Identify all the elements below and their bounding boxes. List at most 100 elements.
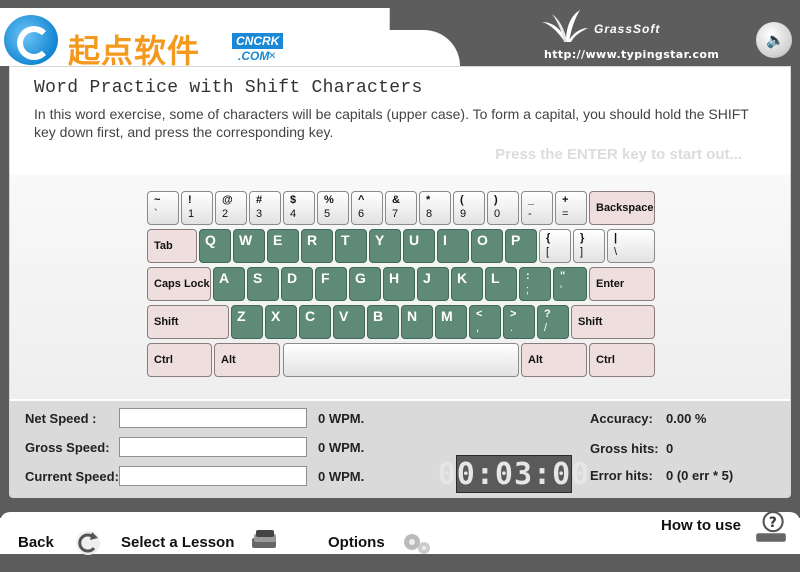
key-i[interactable]: I <box>437 229 469 263</box>
key-b[interactable]: B <box>367 305 399 339</box>
key-label: S <box>253 270 263 286</box>
key-t[interactable]: T <box>335 229 367 263</box>
current-speed-bar <box>119 466 307 486</box>
key-bottom: ; <box>526 284 530 296</box>
key-a[interactable]: A <box>213 267 245 301</box>
key-right-bracket[interactable]: } ] <box>573 229 605 263</box>
key-2[interactable]: @ 2 <box>215 191 247 225</box>
key-o[interactable]: O <box>471 229 503 263</box>
key-period[interactable]: > . <box>503 305 535 339</box>
key-label: Ctrl <box>596 354 615 366</box>
key-label: B <box>373 308 384 324</box>
key-6[interactable]: ^ 6 <box>351 191 383 225</box>
key-e[interactable]: E <box>267 229 299 263</box>
key-bottom: 3 <box>256 208 263 220</box>
key-d[interactable]: D <box>281 267 313 301</box>
key-left-ctrl[interactable]: Ctrl <box>147 343 212 377</box>
sound-button[interactable]: 🔈 <box>756 22 792 58</box>
key-l[interactable]: L <box>485 267 517 301</box>
key-top: ( <box>460 194 464 206</box>
key-5[interactable]: % 5 <box>317 191 349 225</box>
key-k[interactable]: K <box>451 267 483 301</box>
key-bottom: . <box>510 322 514 334</box>
key-w[interactable]: W <box>233 229 265 263</box>
key-0[interactable]: ) 0 <box>487 191 519 225</box>
key-backspace[interactable]: Backspace <box>589 191 655 225</box>
key-label: Backspace <box>596 202 654 214</box>
key-7[interactable]: & 7 <box>385 191 417 225</box>
key-left-bracket[interactable]: { [ <box>539 229 571 263</box>
key-top: % <box>324 194 334 206</box>
key-bottom: [ <box>546 246 550 258</box>
accuracy-label: Accuracy: <box>590 411 653 426</box>
key-semicolon[interactable]: : ; <box>519 267 551 301</box>
key-comma[interactable]: < , <box>469 305 501 339</box>
key-8[interactable]: * 8 <box>419 191 451 225</box>
key-c[interactable]: C <box>299 305 331 339</box>
key-s[interactable]: S <box>247 267 279 301</box>
speaker-icon: 🔈 <box>766 32 785 49</box>
start-prompt: Press the ENTER key to start out... <box>495 146 742 163</box>
select-lesson-button[interactable]: Select a Lesson <box>121 534 234 551</box>
back-button[interactable]: Back <box>18 534 54 551</box>
key-1[interactable]: ! 1 <box>181 191 213 225</box>
current-speed-label: Current Speed: <box>25 469 119 484</box>
key-label: C <box>305 308 316 324</box>
key-3[interactable]: # 3 <box>249 191 281 225</box>
key-quote[interactable]: " ' <box>553 267 587 301</box>
key-space[interactable] <box>283 343 519 377</box>
brand-url: http://www.typingstar.com <box>544 48 720 61</box>
exercise-description: In this word exercise, some of character… <box>34 106 749 140</box>
key-minus[interactable]: _ - <box>521 191 553 225</box>
key-backtick[interactable]: ~ ` <box>147 191 179 225</box>
key-top: ~ <box>154 194 161 206</box>
key-label: D <box>287 270 298 286</box>
key-f[interactable]: F <box>315 267 347 301</box>
key-r[interactable]: R <box>301 229 333 263</box>
back-arrow-icon <box>76 531 100 555</box>
key-u[interactable]: U <box>403 229 435 263</box>
key-p[interactable]: P <box>505 229 537 263</box>
key-right-ctrl[interactable]: Ctrl <box>589 343 655 377</box>
key-label: J <box>423 270 431 286</box>
key-top: > <box>510 308 517 320</box>
key-4[interactable]: $ 4 <box>283 191 315 225</box>
key-right-alt[interactable]: Alt <box>521 343 587 377</box>
keyboard: ~ ` ! 1 @ 2 # 3 $ 4 % 5 ^ 6 & 7 * 8 (9 … <box>10 175 790 399</box>
key-label: Caps Lock <box>154 278 210 290</box>
key-n[interactable]: N <box>401 305 433 339</box>
key-label: Q <box>205 232 216 248</box>
key-slash[interactable]: ? / <box>537 305 569 339</box>
key-label: X <box>271 308 281 324</box>
header-top-strip <box>0 0 392 8</box>
key-y[interactable]: Y <box>369 229 401 263</box>
key-label: Shift <box>578 316 603 328</box>
key-label: Shift <box>154 316 179 328</box>
key-j[interactable]: J <box>417 267 449 301</box>
current-speed-value: 0 WPM. <box>318 469 365 484</box>
key-q[interactable]: Q <box>199 229 231 263</box>
key-9[interactable]: ( 9 <box>453 191 485 225</box>
key-bottom: ' <box>560 284 563 296</box>
key-left-shift[interactable]: Shift <box>147 305 229 339</box>
key-g[interactable]: G <box>349 267 381 301</box>
key-equals[interactable]: + = <box>555 191 587 225</box>
key-left-alt[interactable]: Alt <box>214 343 280 377</box>
key-bottom: , <box>476 322 480 334</box>
key-bottom: ] <box>580 246 584 258</box>
how-to-use-button[interactable]: How to use <box>661 517 741 534</box>
key-z[interactable]: Z <box>231 305 263 339</box>
key-m[interactable]: M <box>435 305 467 339</box>
key-caps-lock[interactable]: Caps Lock <box>147 267 211 301</box>
key-v[interactable]: V <box>333 305 365 339</box>
key-top: " <box>560 270 566 282</box>
key-enter[interactable]: Enter <box>589 267 655 301</box>
key-right-shift[interactable]: Shift <box>571 305 655 339</box>
key-backslash[interactable]: | \ <box>607 229 655 263</box>
key-tab[interactable]: Tab <box>147 229 197 263</box>
key-x[interactable]: X <box>265 305 297 339</box>
key-h[interactable]: H <box>383 267 415 301</box>
options-button[interactable]: Options <box>328 534 385 551</box>
key-label: F <box>321 270 330 286</box>
key-label: N <box>407 308 418 324</box>
